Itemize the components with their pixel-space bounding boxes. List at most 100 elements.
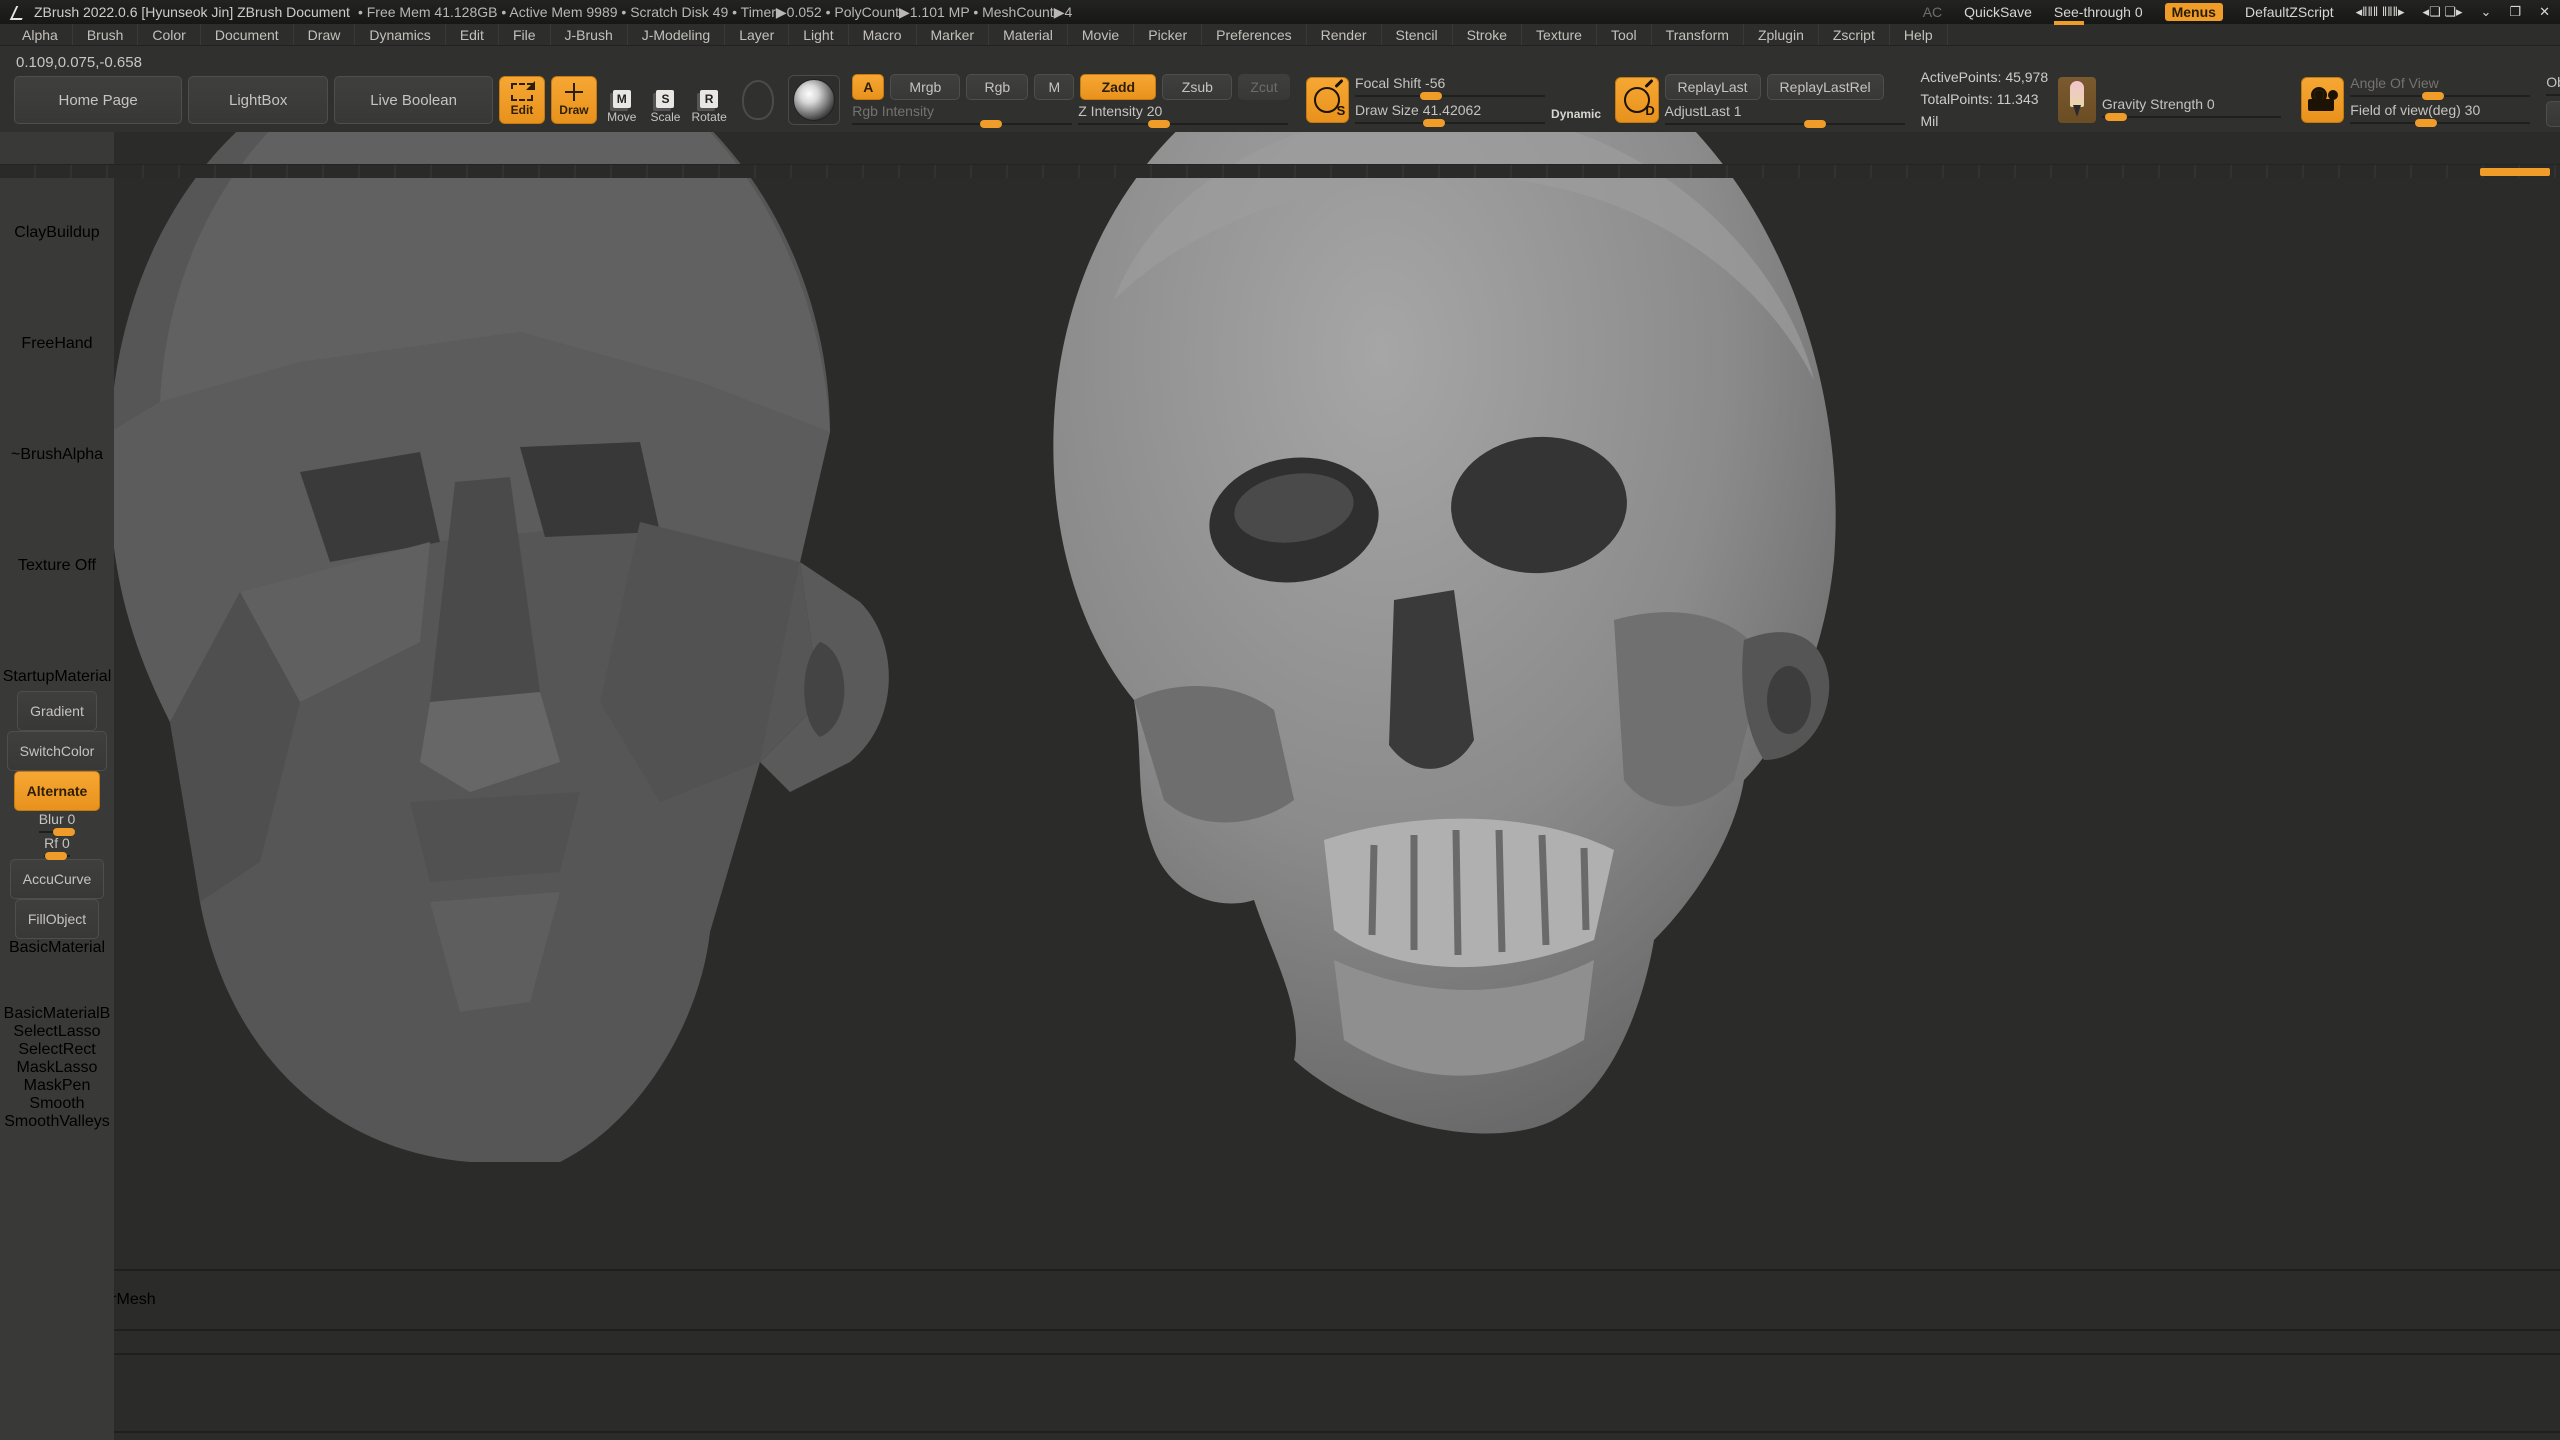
smooth-valleys-item[interactable]: SmoothValleys: [4, 1113, 110, 1131]
mrgb-button[interactable]: Mrgb: [890, 74, 960, 100]
bottom-bar-button[interactable]: Surface: [0, 1273, 2560, 1291]
menu-item[interactable]: Zscript: [1819, 24, 1890, 45]
minimize-icon[interactable]: ⌄: [2481, 4, 2492, 20]
menu-item[interactable]: File: [499, 24, 551, 45]
menu-item[interactable]: Color: [138, 24, 200, 45]
menu-item[interactable]: Macro: [849, 24, 917, 45]
close-icon[interactable]: ✕: [2539, 4, 2550, 20]
bottom-bar-button[interactable]: Auto Mask FiberMesh: [0, 1291, 2560, 1309]
menu-item[interactable]: Transform: [1652, 24, 1744, 45]
smooth-item[interactable]: Smooth: [29, 1095, 84, 1113]
restore-icon[interactable]: ❐: [2509, 4, 2521, 20]
camera-icon-button[interactable]: [2301, 77, 2344, 123]
shelf-scroll-marker[interactable]: [2480, 168, 2550, 176]
select-rect-item[interactable]: SelectRect: [18, 1041, 95, 1059]
shelf-tick-strip[interactable]: [0, 164, 2560, 178]
menu-item[interactable]: Stroke: [1453, 24, 1522, 45]
menu-item[interactable]: Light: [789, 24, 848, 45]
brush-selector[interactable]: ClayBuildup: [11, 136, 103, 242]
menu-item[interactable]: Dynamics: [355, 24, 445, 45]
obj-shadow-slider[interactable]: ObjShadow 0.3: [2546, 74, 2560, 98]
draw-button[interactable]: Draw: [551, 76, 597, 124]
canvas-area[interactable]: Alt + Mouse left Alt + Mouse left Alt: [0, 0, 2560, 1231]
material-well[interactable]: [788, 75, 840, 125]
zadd-button[interactable]: Zadd: [1080, 74, 1156, 100]
bottom-bar-button[interactable]: Import: [0, 1231, 2560, 1249]
menu-item[interactable]: Preferences: [1202, 24, 1306, 45]
rf-slider[interactable]: Rf 0: [44, 835, 70, 859]
default-zscript-button[interactable]: DefaultZScript: [2245, 4, 2334, 20]
bottom-bar-button[interactable]: MidValue 0: [0, 1249, 2560, 1273]
menus-toggle-button[interactable]: Menus: [2165, 3, 2223, 21]
alternate-button[interactable]: Alternate: [14, 771, 101, 811]
fill-object-button[interactable]: FillObject: [15, 899, 99, 939]
adjust-last-slider[interactable]: AdjustLast 1: [1665, 103, 1905, 127]
angle-of-view-slider[interactable]: Angle Of View: [2350, 75, 2530, 99]
bottom-bar-button[interactable]: LazyStep 0.1: [0, 1309, 2560, 1333]
zsub-button[interactable]: Zsub: [1162, 74, 1232, 100]
bottom-bar-button[interactable]: Del Lower: [0, 1435, 2560, 1440]
menu-item[interactable]: J-Brush: [551, 24, 628, 45]
menu-item[interactable]: Help: [1890, 24, 1948, 45]
mask-lasso-item[interactable]: MaskLasso: [17, 1059, 98, 1077]
mask-pen-item[interactable]: MaskPen: [24, 1077, 91, 1095]
field-of-view-slider[interactable]: Field of view(deg) 30: [2350, 102, 2530, 126]
switch-color-button[interactable]: SwitchColor: [7, 731, 108, 771]
menu-item[interactable]: Layer: [725, 24, 789, 45]
texture-selector[interactable]: Texture Off: [11, 469, 103, 575]
live-boolean-button[interactable]: Live Boolean: [334, 76, 493, 124]
home-page-button[interactable]: Home Page: [14, 76, 182, 124]
menu-item[interactable]: Texture: [1522, 24, 1597, 45]
dynamic-label[interactable]: Dynamic: [1551, 107, 1601, 121]
basic-material-b-item[interactable]: BasicMaterialB: [4, 957, 111, 1023]
move-button[interactable]: M Move: [603, 76, 641, 124]
menu-item[interactable]: Movie: [1068, 24, 1134, 45]
select-lasso-item[interactable]: SelectLasso: [13, 1023, 100, 1041]
edit-button[interactable]: Edit: [499, 76, 545, 124]
focal-shift-slider[interactable]: Focal Shift -56: [1355, 75, 1545, 99]
a-toggle-button[interactable]: A: [852, 74, 884, 100]
alpha-selector[interactable]: ~BrushAlpha: [11, 358, 103, 464]
menu-item[interactable]: Tool: [1597, 24, 1652, 45]
gravity-pencil-icon[interactable]: [2058, 77, 2096, 123]
menu-item[interactable]: Picker: [1134, 24, 1202, 45]
menu-item[interactable]: J-Modeling: [628, 24, 725, 45]
bottom-bar-button[interactable]: SDiv 1: [0, 1411, 2560, 1435]
draw-size-slider[interactable]: Draw Size 41.42062: [1355, 102, 1545, 126]
blur-slider[interactable]: Blur 0: [39, 811, 76, 835]
gradient-button[interactable]: Gradient: [17, 691, 97, 731]
basic-material-item[interactable]: BasicMaterial: [9, 939, 105, 957]
rgb-intensity-slider[interactable]: Rgb Intensity: [852, 103, 1072, 127]
zcut-button[interactable]: Zcut: [1238, 74, 1289, 100]
rgb-button[interactable]: Rgb: [966, 74, 1028, 100]
deep-shadow-button[interactable]: DeepShadow: [2546, 101, 2560, 127]
stroke-icon-button[interactable]: [1306, 77, 1349, 123]
replay-last-rel-button[interactable]: ReplayLastRel: [1767, 74, 1884, 100]
window-arrange-icon[interactable]: ◂❏ ❏▸: [2423, 4, 2463, 20]
ui-slider-icon[interactable]: ◂‖‖‖ ‖‖‖▸: [2356, 4, 2405, 20]
rotate-button[interactable]: R Rotate: [690, 76, 728, 124]
menu-item[interactable]: Draw: [294, 24, 356, 45]
menu-item[interactable]: Stencil: [1382, 24, 1453, 45]
z-intensity-slider[interactable]: Z Intensity 20: [1078, 103, 1288, 127]
bottom-bar-button[interactable]: LazyRadius 1: [0, 1333, 2560, 1357]
menu-item[interactable]: Render: [1307, 24, 1382, 45]
menu-item[interactable]: Zplugin: [1744, 24, 1819, 45]
accucurve-button[interactable]: AccuCurve: [10, 859, 104, 899]
menu-item[interactable]: Document: [201, 24, 294, 45]
see-through-slider[interactable]: See-through 0: [2054, 4, 2143, 20]
bottom-bar-button[interactable]: MergeDown: [0, 1375, 2560, 1393]
m-button[interactable]: M: [1034, 74, 1074, 100]
material-selector[interactable]: StartupMaterial: [11, 580, 103, 686]
menu-item[interactable]: Alpha: [8, 24, 73, 45]
stroke-selector[interactable]: FreeHand: [11, 247, 103, 353]
replay-icon-button[interactable]: [1615, 77, 1658, 123]
lightbox-button[interactable]: LightBox: [188, 76, 328, 124]
menu-item[interactable]: Edit: [446, 24, 499, 45]
bottom-bar-button[interactable]: Uv: [0, 1393, 2560, 1411]
replay-last-button[interactable]: ReplayLast: [1665, 74, 1761, 100]
bottom-bar-button[interactable]: Split Hidden: [0, 1357, 2560, 1375]
gravity-strength-slider[interactable]: Gravity Strength 0: [2102, 96, 2281, 120]
scale-button[interactable]: S Scale: [647, 76, 685, 124]
menu-item[interactable]: Brush: [73, 24, 139, 45]
